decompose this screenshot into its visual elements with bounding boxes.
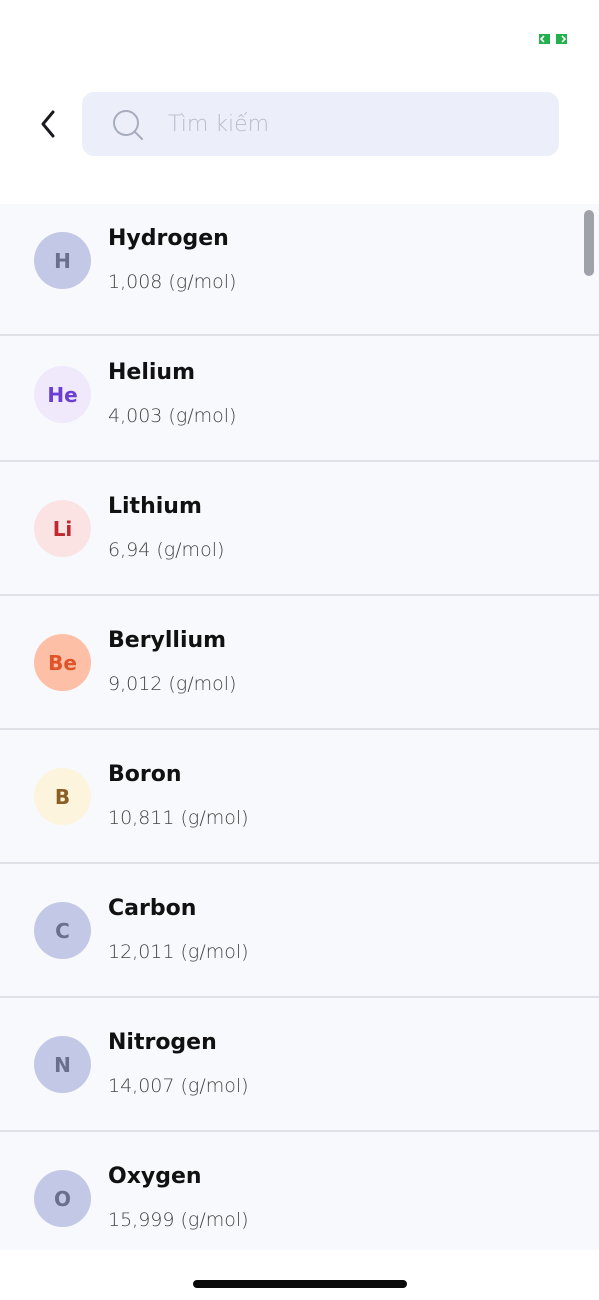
- element-name: Helium: [108, 360, 196, 385]
- element-mass: 4,003 (g/mol): [108, 405, 237, 427]
- element-avatar: H: [34, 232, 91, 289]
- element-avatar: Li: [34, 500, 91, 557]
- element-mass: 6,94 (g/mol): [108, 539, 225, 561]
- list-item[interactable]: Li Lithium 6,94 (g/mol): [0, 462, 599, 596]
- element-mass: 10,811 (g/mol): [108, 807, 249, 829]
- element-mass: 9,012 (g/mol): [108, 673, 237, 695]
- element-name: Lithium: [108, 494, 202, 519]
- element-mass: 1,008 (g/mol): [108, 271, 237, 293]
- element-name: Nitrogen: [108, 1030, 217, 1055]
- element-symbol: N: [54, 1052, 71, 1077]
- element-name: Boron: [108, 762, 182, 787]
- list-item[interactable]: O Oxygen 15,999 (g/mol): [0, 1132, 599, 1250]
- search-icon: [112, 109, 144, 141]
- chevron-left-icon: [41, 110, 55, 138]
- element-avatar: O: [34, 1170, 91, 1227]
- element-name: Beryllium: [108, 628, 227, 653]
- element-avatar: N: [34, 1036, 91, 1093]
- back-button[interactable]: [30, 104, 66, 144]
- list-item[interactable]: C Carbon 12,011 (g/mol): [0, 864, 599, 998]
- element-mass: 14,007 (g/mol): [108, 1075, 249, 1097]
- element-symbol: Li: [52, 516, 73, 541]
- element-symbol: O: [53, 1186, 71, 1211]
- element-mass: 12,011 (g/mol): [108, 941, 249, 963]
- list-item[interactable]: Be Beryllium 9,012 (g/mol): [0, 596, 599, 730]
- list-item[interactable]: N Nitrogen 14,007 (g/mol): [0, 998, 599, 1132]
- home-indicator[interactable]: [193, 1280, 407, 1288]
- element-symbol: Be: [48, 650, 77, 675]
- element-symbol: He: [47, 382, 78, 407]
- element-symbol: H: [54, 248, 71, 273]
- search-bar[interactable]: [82, 92, 559, 156]
- element-mass: 15,999 (g/mol): [108, 1209, 249, 1231]
- element-list[interactable]: H Hydrogen 1,008 (g/mol) He Helium 4,003…: [0, 204, 599, 1250]
- element-avatar: He: [34, 366, 91, 423]
- element-name: Oxygen: [108, 1164, 202, 1189]
- expand-icon: [538, 30, 568, 44]
- element-symbol: C: [55, 918, 70, 943]
- list-item[interactable]: H Hydrogen 1,008 (g/mol): [0, 204, 599, 336]
- element-name: Hydrogen: [108, 226, 229, 251]
- element-avatar: B: [34, 768, 91, 825]
- element-avatar: Be: [34, 634, 91, 691]
- list-item[interactable]: B Boron 10,811 (g/mol): [0, 730, 599, 864]
- list-item[interactable]: He Helium 4,003 (g/mol): [0, 328, 599, 462]
- scrollbar[interactable]: [584, 210, 594, 276]
- search-input[interactable]: [168, 92, 538, 156]
- element-name: Carbon: [108, 896, 197, 921]
- element-avatar: C: [34, 902, 91, 959]
- element-symbol: B: [54, 784, 71, 809]
